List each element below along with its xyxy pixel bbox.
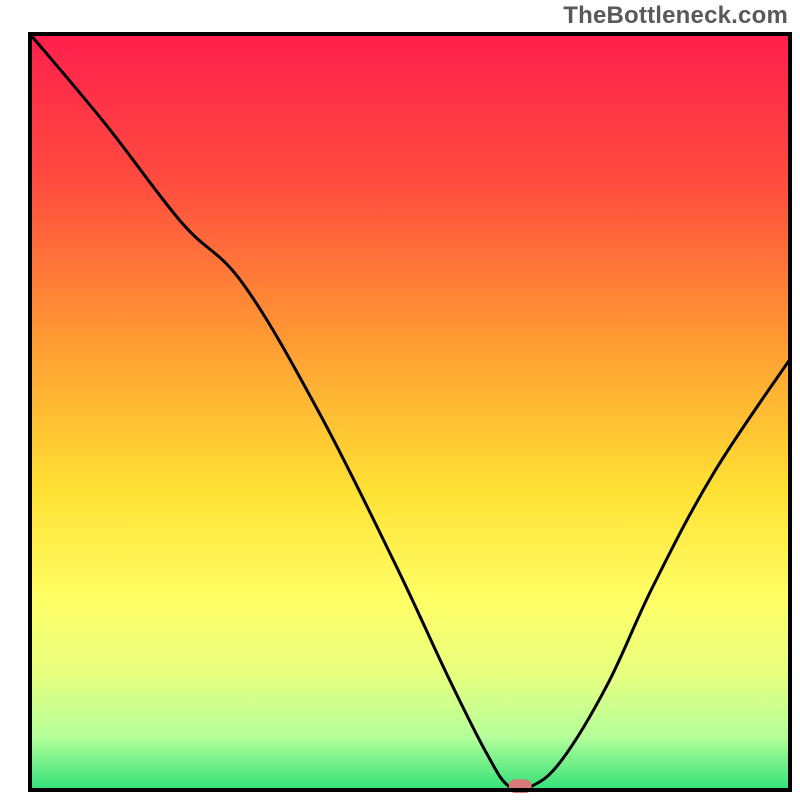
watermark-text: TheBottleneck.com [563,2,788,30]
bottleneck-chart [0,0,800,800]
plot-background [30,34,790,790]
plot-area [30,34,790,793]
chart-container: TheBottleneck.com [0,0,800,800]
